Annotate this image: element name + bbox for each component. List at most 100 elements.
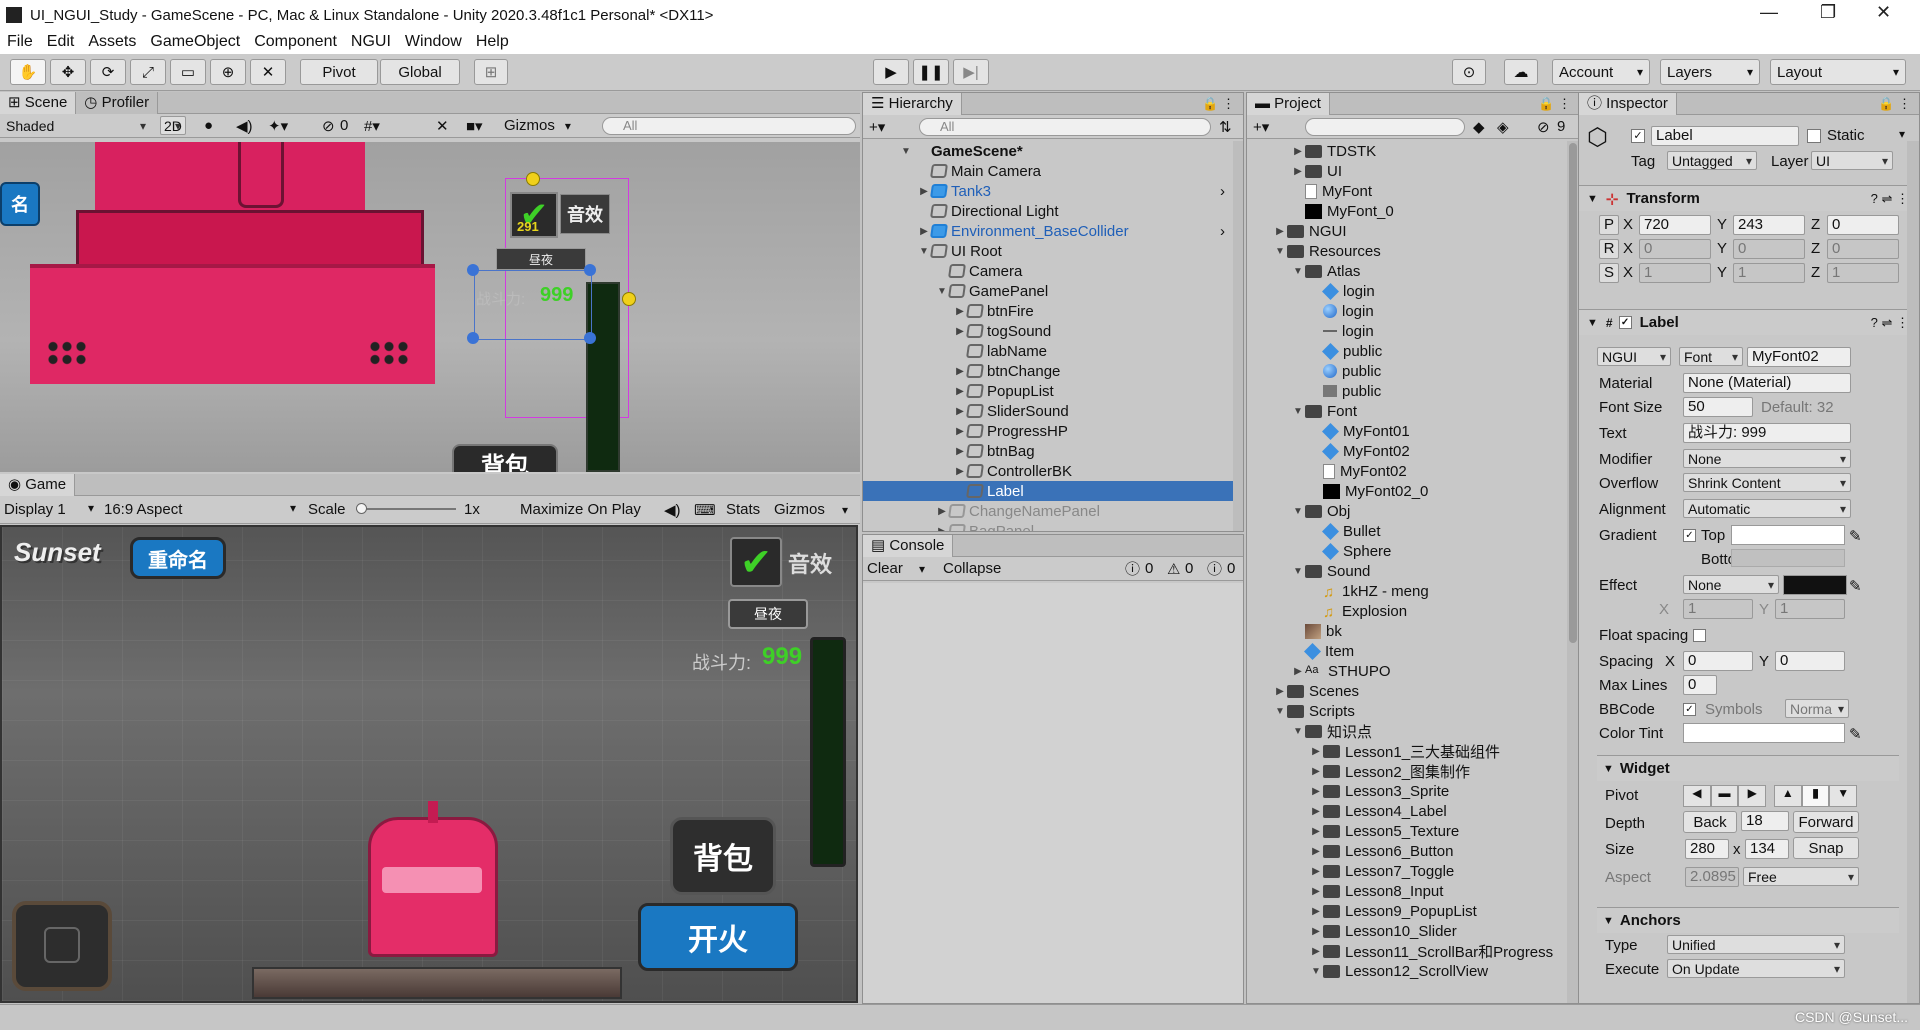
gizmo-handle[interactable]: [584, 332, 596, 344]
hierarchy-item[interactable]: ▶ SliderSound: [863, 401, 1233, 421]
hidden-objects-icon[interactable]: ⊘: [322, 117, 335, 135]
menu-assets[interactable]: Assets: [81, 33, 143, 51]
joystick-knob[interactable]: [44, 927, 80, 963]
hierarchy-item[interactable]: ▶ ControllerBK: [863, 461, 1233, 481]
expand-arrow-icon[interactable]: ▶: [1309, 886, 1323, 897]
tab-project[interactable]: ▬ Project: [1247, 93, 1330, 115]
gizmo-handle-yellow[interactable]: [622, 292, 636, 306]
custom-tool-icon[interactable]: ✕: [250, 59, 286, 85]
gizmo-handle[interactable]: [467, 264, 479, 276]
anchor-execute-dropdown[interactable]: On Update: [1667, 959, 1845, 978]
layout-dropdown[interactable]: Layout ▾: [1770, 59, 1906, 85]
hierarchy-scrollbar[interactable]: [1233, 141, 1243, 531]
gradient-bottom-color[interactable]: [1731, 549, 1845, 567]
project-scrollbar-thumb[interactable]: [1569, 143, 1577, 643]
hidden-packages-icon[interactable]: ⊘: [1537, 118, 1550, 136]
scale-slider-thumb[interactable]: [356, 503, 367, 514]
expand-arrow-icon[interactable]: ▶: [953, 306, 967, 317]
bbcode-checkbox[interactable]: ✓: [1683, 703, 1696, 716]
widget-header[interactable]: ▼ Widget: [1597, 755, 1899, 781]
project-item[interactable]: login: [1247, 281, 1375, 301]
depth-back-button[interactable]: Back: [1683, 811, 1737, 833]
hierarchy-item[interactable]: ▼ GameScene*: [863, 141, 1233, 161]
project-item[interactable]: ▼ Font: [1247, 401, 1357, 421]
tab-game[interactable]: ◉ Game: [0, 474, 76, 496]
expand-arrow-icon[interactable]: ▶: [953, 386, 967, 397]
expand-arrow-icon[interactable]: ▶: [1309, 786, 1323, 797]
tab-console[interactable]: ▤ Console: [863, 535, 954, 557]
hierarchy-item[interactable]: ▼ UI Root: [863, 241, 1233, 261]
pivot-toggle[interactable]: Pivot: [300, 59, 378, 85]
expand-arrow-icon[interactable]: ▶: [953, 406, 967, 417]
step-button[interactable]: ▶|: [953, 59, 989, 85]
play-button[interactable]: ▶: [873, 59, 909, 85]
cloud-icon[interactable]: ☁: [1504, 59, 1538, 85]
rename-button[interactable]: 重命名: [130, 537, 226, 579]
text-input[interactable]: 战斗力: 999: [1683, 423, 1851, 443]
project-item[interactable]: ▶ Lesson5_Texture: [1247, 821, 1459, 841]
font-object-field[interactable]: MyFont02: [1747, 347, 1851, 367]
expand-arrow-icon[interactable]: ▼: [1291, 266, 1305, 277]
project-item[interactable]: ▼ 知识点: [1247, 721, 1372, 741]
tag-dropdown[interactable]: Untagged: [1667, 151, 1757, 170]
menu-window[interactable]: Window: [398, 33, 469, 51]
sound-checkmark-icon[interactable]: ✔: [730, 537, 782, 587]
hierarchy-item[interactable]: ▶ BagPanel: [863, 521, 1233, 531]
daynight-popup[interactable]: 昼夜: [728, 599, 808, 629]
expand-arrow-icon[interactable]: ▼: [1291, 406, 1305, 417]
menu-edit[interactable]: Edit: [40, 33, 82, 51]
expand-arrow-icon[interactable]: ▶: [1273, 226, 1287, 237]
hierarchy-item[interactable]: ▶ Tank3 ›: [863, 181, 1233, 201]
aspect-dropdown[interactable]: 16:9 Aspect ▾: [104, 501, 298, 518]
rotate-tool-icon[interactable]: ⟳: [90, 59, 126, 85]
project-item[interactable]: MyFont_0: [1247, 201, 1394, 221]
menu-ngui[interactable]: NGUI: [344, 33, 398, 51]
project-item[interactable]: ▼ Scripts: [1247, 701, 1355, 721]
gizmos-dropdown[interactable]: Gizmos ▾: [504, 117, 594, 134]
shading-dropdown[interactable]: Shaded: [2, 116, 150, 135]
expand-arrow-icon[interactable]: ▶: [953, 426, 967, 437]
pivot-middle-icon[interactable]: ▮: [1801, 785, 1830, 807]
lighting-icon[interactable]: ●: [204, 117, 213, 134]
anchor-type-dropdown[interactable]: Unified: [1667, 935, 1845, 954]
float-spacing-checkbox[interactable]: [1693, 629, 1706, 642]
label-component-header[interactable]: ▼ # ✓ Label ? ⇌ ⋮: [1579, 309, 1919, 335]
project-item[interactable]: Bullet: [1247, 521, 1381, 541]
project-item[interactable]: Sphere: [1247, 541, 1391, 561]
maximize-on-play-toggle[interactable]: Maximize On Play: [520, 501, 641, 518]
expand-arrow-icon[interactable]: ▶: [953, 326, 967, 337]
hierarchy-item[interactable]: ▶ btnFire: [863, 301, 1233, 321]
move-tool-icon[interactable]: ✥: [50, 59, 86, 85]
width-input[interactable]: 280: [1685, 839, 1729, 859]
game-view[interactable]: Sunset 重命名 ✔ 音效 昼夜 战斗力: 999 背包 开火: [0, 525, 858, 1003]
project-item[interactable]: MyFont02_0: [1247, 481, 1428, 501]
depth-forward-button[interactable]: Forward: [1793, 811, 1859, 833]
material-field[interactable]: None (Material): [1683, 373, 1851, 393]
expand-arrow-icon[interactable]: ▼: [1291, 566, 1305, 577]
grid-snap-icon[interactable]: ⊞: [474, 59, 508, 85]
color-tint-swatch[interactable]: [1683, 723, 1845, 743]
transform-s-z-input[interactable]: 1: [1827, 263, 1899, 283]
scene-search-input[interactable]: All: [602, 116, 856, 135]
project-item[interactable]: ♫ Explosion: [1247, 601, 1407, 622]
expand-arrow-icon[interactable]: ▶: [953, 466, 967, 477]
tools-icon[interactable]: ✕: [436, 117, 449, 135]
hierarchy-item[interactable]: Camera: [863, 261, 1233, 281]
audio-icon[interactable]: ◀): [236, 117, 253, 135]
project-item[interactable]: ♫ 1kHZ - meng: [1247, 581, 1429, 602]
hierarchy-search-input[interactable]: All: [919, 117, 1211, 136]
object-name-input[interactable]: Label: [1651, 126, 1799, 146]
eyedropper-icon[interactable]: ✎: [1849, 725, 1862, 743]
chevron-right-icon[interactable]: ›: [1220, 223, 1225, 240]
hierarchy-item[interactable]: ▼ GamePanel: [863, 281, 1233, 301]
close-button[interactable]: ✕: [1876, 2, 1891, 23]
lock-icon[interactable]: 🔒 ⋮: [1878, 96, 1911, 112]
expand-arrow-icon[interactable]: ▼: [1273, 706, 1287, 717]
expand-arrow-icon[interactable]: ▶: [1309, 826, 1323, 837]
slider-bar[interactable]: [252, 967, 622, 999]
project-item[interactable]: ▼ Lesson12_ScrollView: [1247, 961, 1488, 981]
anchors-header[interactable]: ▼ Anchors: [1597, 907, 1899, 933]
project-item[interactable]: public: [1247, 341, 1382, 361]
expand-arrow-icon[interactable]: ▶: [1309, 946, 1323, 957]
minimize-button[interactable]: —: [1760, 2, 1778, 23]
